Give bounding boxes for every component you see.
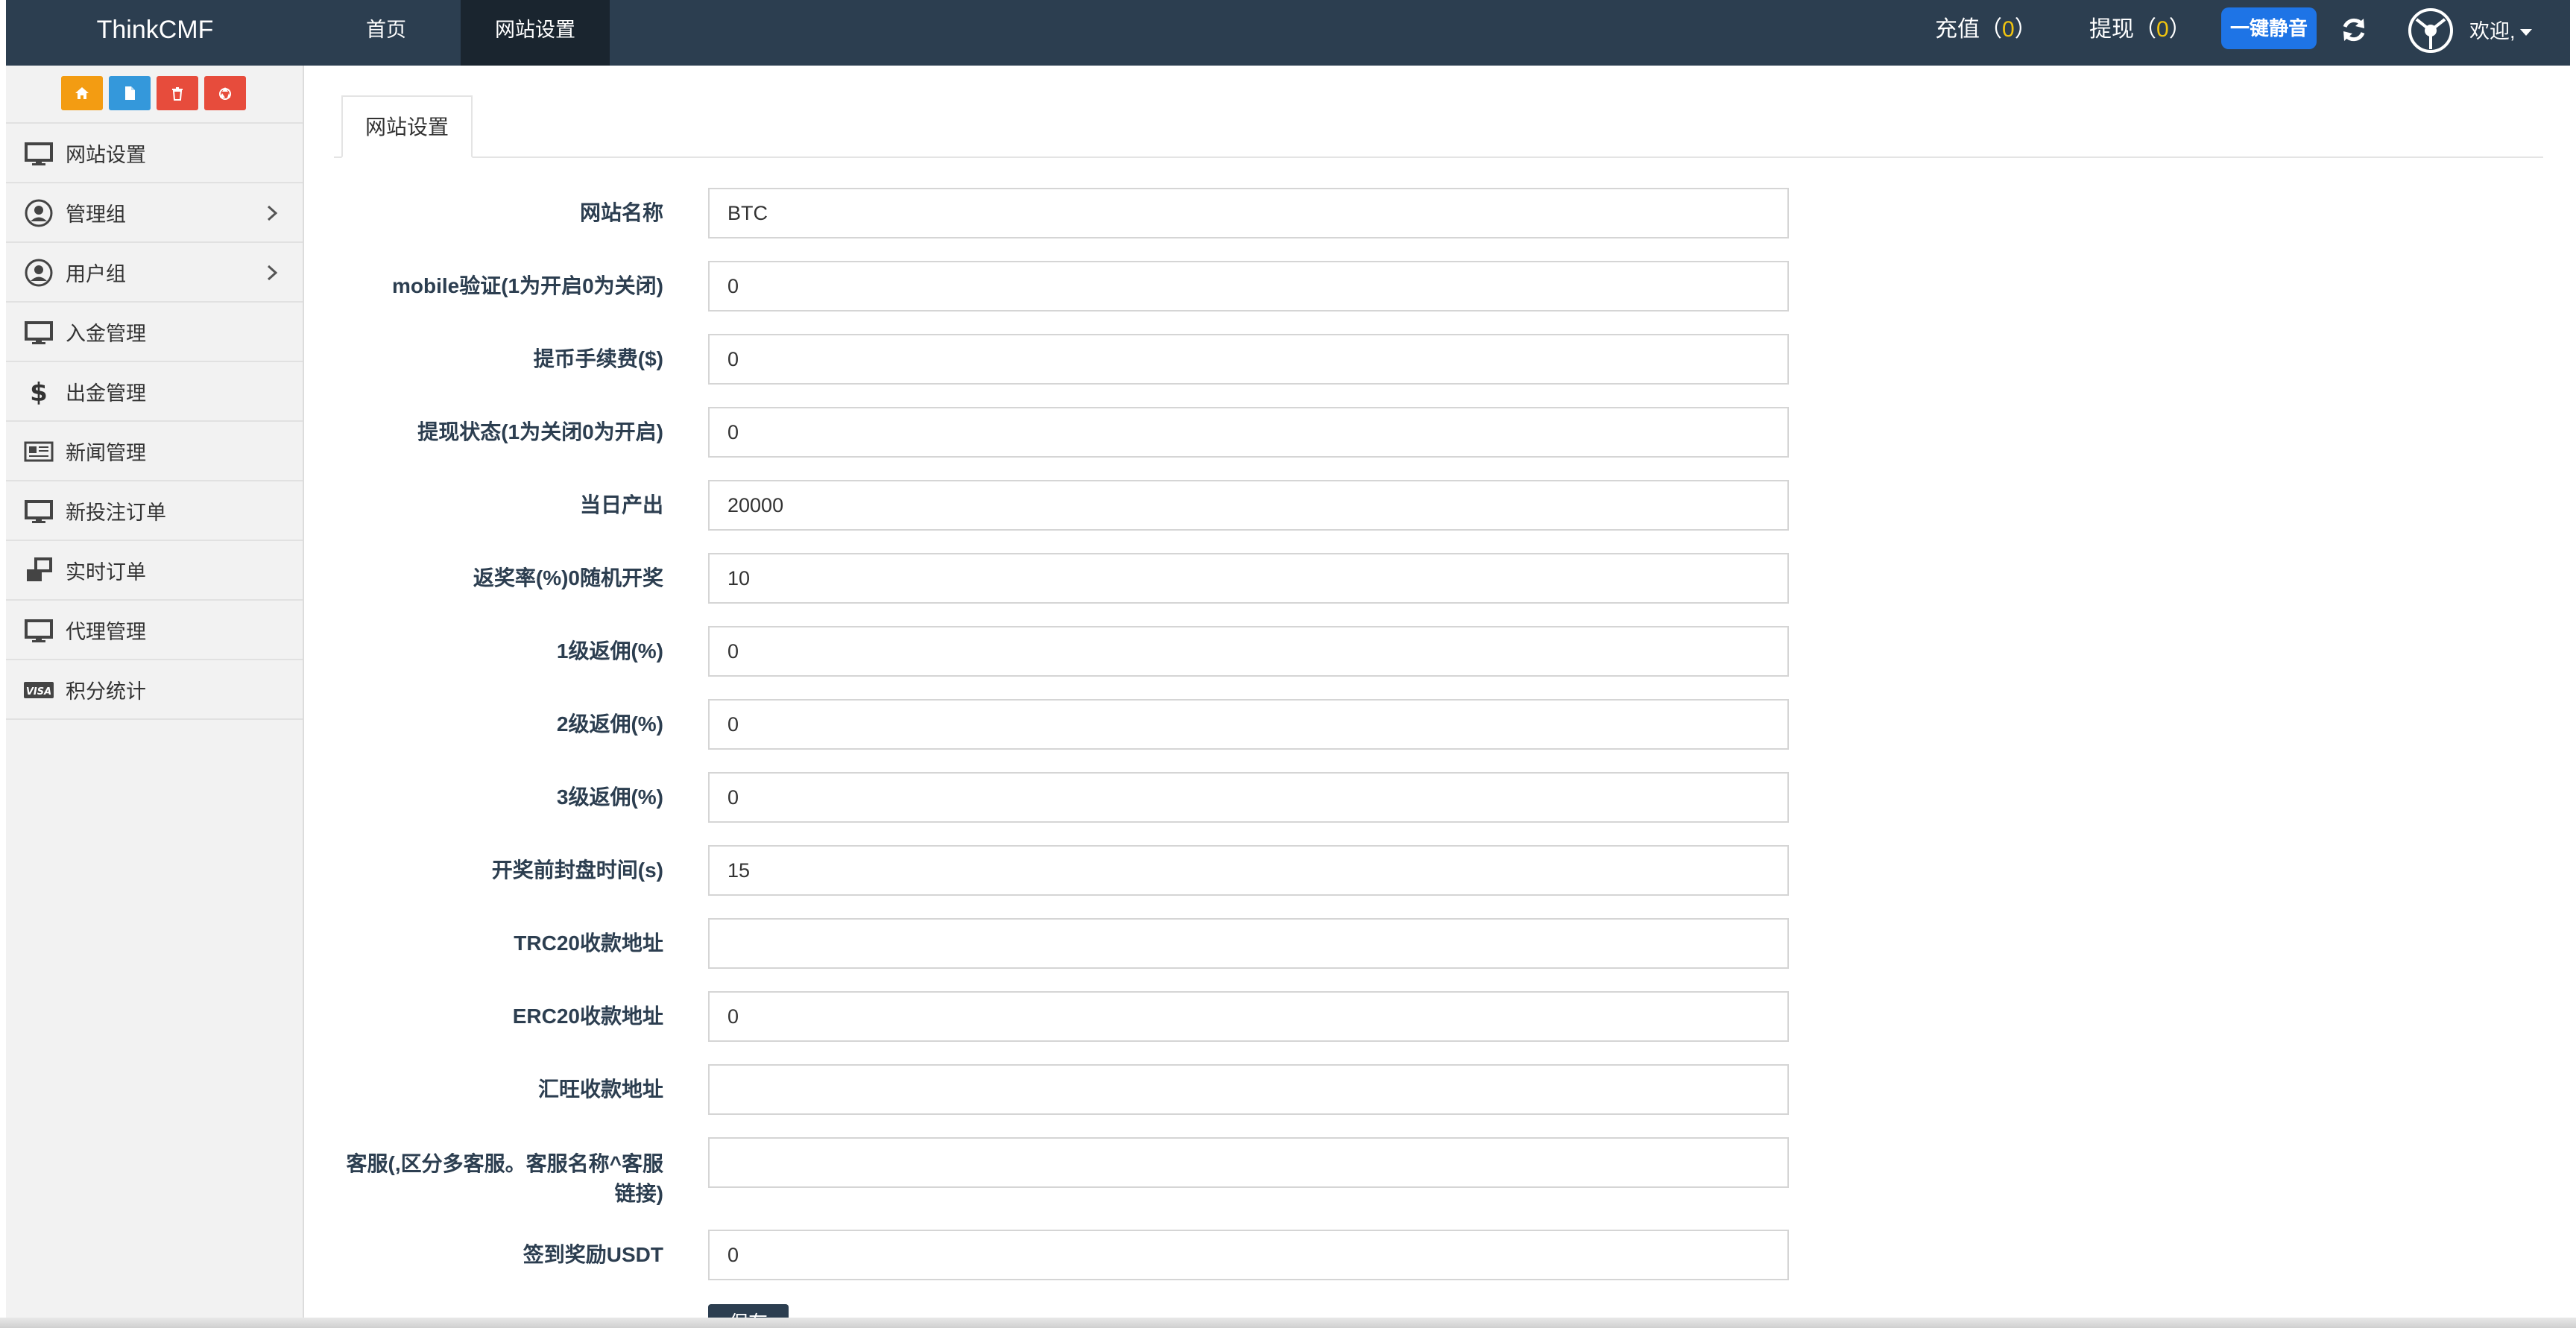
daily-output-label: 当日产出 (579, 493, 663, 516)
level1-commission-label: 1级返佣(%) (556, 639, 663, 663)
home-icon (75, 87, 89, 99)
chevron-right-icon (267, 205, 278, 221)
recharge-count: 0 (2002, 17, 2015, 42)
chevron-right-icon (267, 265, 278, 281)
recycle-shortcut-button[interactable] (204, 76, 246, 110)
trc20-address-label: TRC20收款地址 (514, 932, 663, 955)
withdraw-status-input[interactable]: 0 (708, 407, 1789, 458)
level2-commission-label: 2级返佣(%) (556, 712, 663, 736)
sidebar-item-label: 管理组 (66, 203, 126, 226)
welcome-text: 欢迎, (2469, 20, 2516, 42)
sidebar-item-label: 网站设置 (66, 143, 146, 166)
sidebar-item-label: 新闻管理 (66, 441, 146, 464)
sidebar-item-label: 用户组 (66, 262, 126, 285)
top-navbar: ThinkCMF 首页 网站设置 充值（0） 提现（0） 一键静音 欢迎, (6, 0, 2570, 66)
level3-commission-label: 3级返佣(%) (556, 785, 663, 809)
sidebar-item-points-statistics[interactable]: VISA 积分统计 (6, 660, 303, 720)
trash-shortcut-button[interactable] (157, 76, 198, 110)
mobile-verify-label: mobile验证(1为开启0为关闭) (391, 274, 663, 297)
windows-icon (22, 556, 55, 586)
sidebar: 网站设置 管理组 用户组 入金管理 $ 出金管理 新闻管理 新投注订单 实时订单… (6, 66, 304, 1328)
window-bottom-edge (0, 1318, 2576, 1328)
avatar-icon[interactable] (2408, 7, 2454, 54)
sidebar-item-label: 实时订单 (66, 560, 146, 584)
sidebar-item-realtime-orders[interactable]: 实时订单 (6, 541, 303, 601)
level2-commission-input[interactable]: 0 (708, 699, 1789, 750)
level1-commission-input[interactable]: 0 (708, 626, 1789, 677)
nav-tab-site-settings[interactable]: 网站设置 (461, 0, 610, 66)
withdraw-suffix: ） (2168, 17, 2191, 42)
sidebar-item-news-management[interactable]: 新闻管理 (6, 422, 303, 481)
sidebar-shortcuts (6, 66, 303, 124)
customer-service-label: 客服(,区分多客服。客服名称^客服链接) (346, 1152, 663, 1205)
refresh-icon[interactable] (2339, 15, 2369, 45)
sidebar-item-label: 新投注订单 (66, 501, 166, 524)
sidebar-item-agent-management[interactable]: 代理管理 (6, 601, 303, 660)
content-tabs: 网站设置 (334, 95, 2543, 158)
sidebar-item-user-group[interactable]: 用户组 (6, 243, 303, 303)
withdraw-link[interactable]: 提现（0） (2089, 0, 2191, 66)
checkin-reward-input[interactable]: 0 (708, 1230, 1789, 1280)
withdraw-status-label: 提现状态(1为关闭0为开启) (417, 420, 663, 443)
sidebar-item-deposit-management[interactable]: 入金管理 (6, 303, 303, 362)
home-shortcut-button[interactable] (61, 76, 103, 110)
main-content: 网站设置 网站名称 BTC mobile验证(1为开启0为关闭) 0 提币手续费… (306, 66, 2570, 1328)
site-name-input[interactable]: BTC (708, 188, 1789, 238)
user-menu[interactable]: 欢迎, (2469, 0, 2532, 66)
sidebar-item-site-settings[interactable]: 网站设置 (6, 124, 303, 183)
withdraw-count: 0 (2156, 17, 2169, 42)
sidebar-item-withdrawal-management[interactable]: $ 出金管理 (6, 362, 303, 422)
brand-logo[interactable]: ThinkCMF (6, 0, 304, 66)
erc20-address-input[interactable]: 0 (708, 991, 1789, 1042)
erc20-address-label: ERC20收款地址 (512, 1005, 663, 1028)
svg-text:VISA: VISA (26, 686, 51, 698)
site-name-label: 网站名称 (579, 201, 663, 224)
payout-rate-input[interactable]: 10 (708, 553, 1789, 604)
level3-commission-input[interactable]: 0 (708, 772, 1789, 823)
user-circle-icon (22, 198, 55, 228)
svg-text:$: $ (30, 378, 48, 407)
huiwang-address-input[interactable] (708, 1064, 1789, 1115)
recycle-icon (219, 87, 231, 100)
recharge-label: 充值（ (1935, 17, 2002, 42)
close-before-draw-input[interactable]: 15 (708, 845, 1789, 896)
desktop-icon (22, 616, 55, 645)
trc20-address-input[interactable] (708, 918, 1789, 969)
file-shortcut-button[interactable] (109, 76, 151, 110)
tab-site-settings[interactable]: 网站设置 (341, 95, 473, 158)
dollar-icon: $ (22, 377, 55, 407)
desktop-icon (22, 496, 55, 526)
payout-rate-label: 返奖率(%)0随机开奖 (473, 566, 663, 589)
huiwang-address-label: 汇旺收款地址 (537, 1078, 663, 1101)
sidebar-item-label: 入金管理 (66, 322, 146, 345)
sidebar-item-admin-group[interactable]: 管理组 (6, 183, 303, 243)
sidebar-item-label: 出金管理 (66, 382, 146, 405)
desktop-icon (22, 317, 55, 347)
daily-output-input[interactable]: 20000 (708, 480, 1789, 531)
checkin-reward-label: 签到奖励USDT (523, 1243, 663, 1266)
user-circle-icon (22, 258, 55, 288)
caret-down-icon (2519, 29, 2532, 37)
file-icon (125, 86, 135, 100)
visa-icon: VISA (22, 675, 55, 705)
mobile-verify-input[interactable]: 0 (708, 261, 1789, 312)
sidebar-item-new-bet-orders[interactable]: 新投注订单 (6, 481, 303, 541)
withdraw-fee-label: 提币手续费($) (533, 347, 663, 370)
customer-service-input[interactable] (708, 1137, 1789, 1188)
desktop-icon (22, 139, 55, 168)
mute-all-button[interactable]: 一键静音 (2221, 7, 2317, 49)
close-before-draw-label: 开奖前封盘时间(s) (491, 859, 663, 882)
recharge-suffix: ） (2014, 17, 2037, 42)
recharge-link[interactable]: 充值（0） (1935, 0, 2037, 66)
newspaper-icon (22, 437, 55, 467)
withdraw-label: 提现（ (2089, 17, 2156, 42)
sidebar-item-label: 代理管理 (66, 620, 146, 643)
sidebar-item-label: 积分统计 (66, 680, 146, 703)
nav-tab-home[interactable]: 首页 (319, 0, 453, 66)
withdraw-fee-input[interactable]: 0 (708, 334, 1789, 385)
trash-icon (172, 87, 183, 101)
